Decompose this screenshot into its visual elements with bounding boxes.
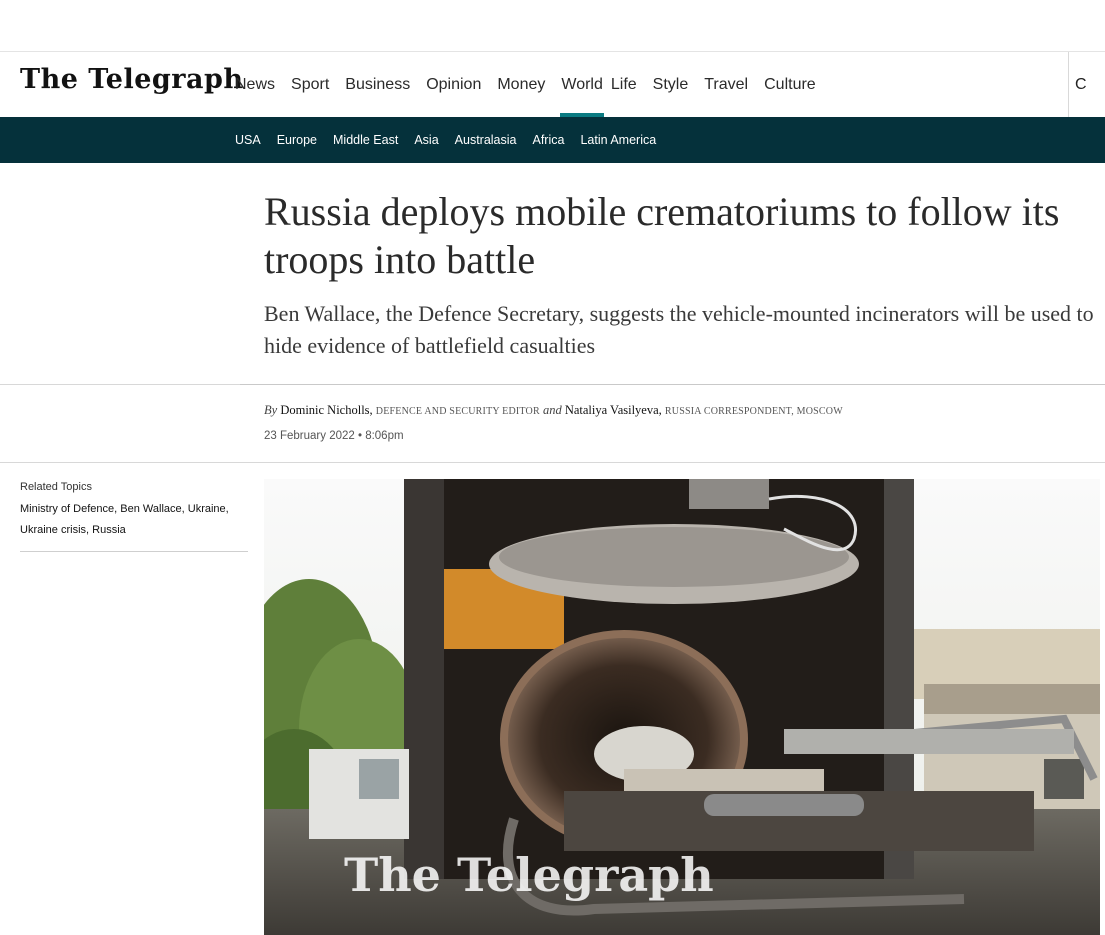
nav-world[interactable]: World — [560, 52, 604, 117]
nav-style[interactable]: Style — [645, 52, 697, 117]
main-nav: News Sport Business Opinion Money World … — [235, 52, 824, 117]
related-topics: Related Topics Ministry of Defence, Ben … — [20, 481, 248, 541]
publish-date: 23 February 2022 • 8:06pm — [264, 430, 404, 442]
nav-money[interactable]: Money — [489, 52, 553, 117]
nav-sport[interactable]: Sport — [283, 52, 337, 117]
account-button[interactable]: C — [1068, 52, 1105, 117]
divider — [240, 384, 1105, 385]
subnav-latin-america[interactable]: Latin America — [580, 117, 656, 163]
subnav-usa[interactable]: USA — [235, 117, 261, 163]
subnav-africa[interactable]: Africa — [533, 117, 565, 163]
topic-link[interactable]: Ministry of Defence — [20, 503, 114, 515]
author-role: DEFENCE AND SECURITY EDITOR — [375, 406, 540, 417]
subnav-australasia[interactable]: Australasia — [455, 117, 517, 163]
topic-link[interactable]: Ukraine crisis — [20, 524, 86, 536]
lead-image: The Telegraph — [264, 479, 1100, 935]
author-role: RUSSIA CORRESPONDENT, MOSCOW — [664, 406, 843, 417]
author-link-dominic-nicholls[interactable]: Dominic Nicholls, — [280, 403, 372, 417]
related-topics-list: Ministry of Defence, Ben Wallace, Ukrain… — [20, 503, 229, 536]
subnav-middle-east[interactable]: Middle East — [333, 117, 398, 163]
browser-top-space — [0, 0, 1105, 51]
byline-and: and — [542, 403, 562, 417]
world-subnav: USA Europe Middle East Asia Australasia … — [0, 117, 1105, 163]
topic-link[interactable]: Ben Wallace — [120, 503, 181, 515]
subnav-asia[interactable]: Asia — [414, 117, 438, 163]
image-watermark: The Telegraph — [344, 848, 714, 902]
byline-by: By — [264, 403, 278, 417]
nav-travel[interactable]: Travel — [696, 52, 756, 117]
article-headline: Russia deploys mobile crematoriums to fo… — [264, 189, 1060, 282]
nav-opinion[interactable]: Opinion — [418, 52, 489, 117]
mobile-crematorium-photo: The Telegraph — [264, 479, 1100, 935]
topic-link[interactable]: Ukraine — [188, 503, 226, 515]
masthead: The Telegraph News Sport Business Opinio… — [0, 52, 1105, 117]
nav-business[interactable]: Business — [337, 52, 418, 117]
telegraph-logo[interactable]: The Telegraph — [20, 64, 244, 95]
subnav-europe[interactable]: Europe — [277, 117, 317, 163]
related-topics-title: Related Topics — [20, 481, 92, 493]
article-standfirst: Ben Wallace, the Defence Secretary, sugg… — [264, 301, 1094, 358]
divider — [0, 462, 1105, 463]
divider — [20, 551, 248, 552]
author-link-nataliya-vasilyeva[interactable]: Nataliya Vasilyeva, — [565, 403, 662, 417]
topic-link[interactable]: Russia — [92, 524, 126, 536]
nav-life[interactable]: Life — [611, 52, 645, 117]
byline: By Dominic Nicholls, DEFENCE AND SECURIT… — [264, 403, 843, 418]
nav-news[interactable]: News — [235, 52, 283, 117]
nav-culture[interactable]: Culture — [756, 52, 824, 117]
